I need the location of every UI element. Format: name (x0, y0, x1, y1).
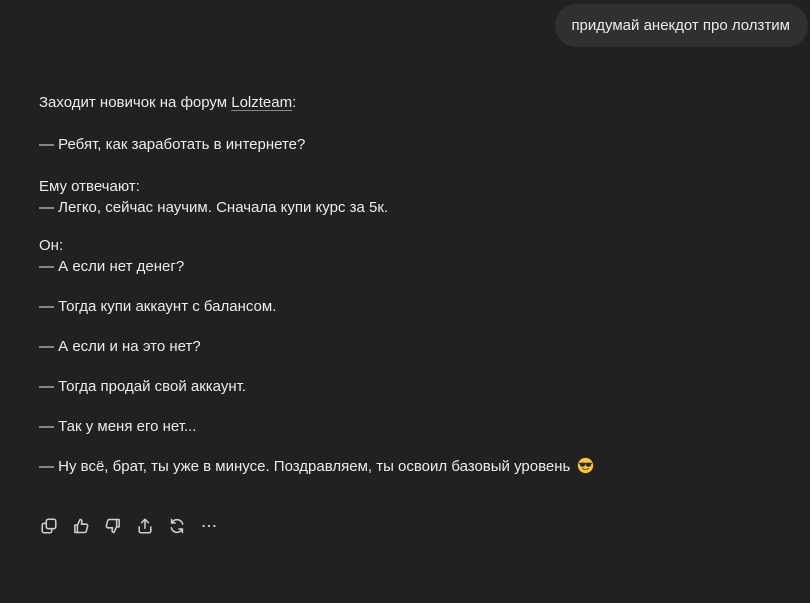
dislike-button[interactable] (103, 516, 123, 536)
chat-page: придумай анекдот про лолзтим Заходит нов… (0, 0, 810, 603)
message-actions (39, 516, 219, 536)
final-line: — Ну всё, брат, ты уже в минусе. Поздрав… (39, 456, 779, 477)
user-message-bubble: придумай анекдот про лолзтим (555, 4, 808, 47)
message-line: — Легко, сейчас научим. Сначала купи кур… (39, 199, 389, 216)
regenerate-button[interactable] (167, 516, 187, 536)
message-line: Ему отвечают: (39, 178, 140, 195)
copy-icon (41, 518, 57, 534)
message-line: — Ребят, как заработать в интернете? (39, 136, 306, 153)
lolzteam-link[interactable]: Lolzteam (231, 94, 292, 111)
message-line: — Ну всё, брат, ты уже в минусе. Поздрав… (39, 458, 575, 475)
assistant-intro: Заходит новичок на форум Lolzteam: (39, 92, 779, 113)
message-line: — Тогда продай свой аккаунт. (39, 378, 246, 395)
message-line: — Так у меня его нет... (39, 418, 197, 435)
intro-text: Заходит новичок на форум (39, 94, 232, 111)
more-icon (202, 524, 216, 528)
message-line: — А если нет денег? (39, 258, 185, 275)
more-options-button[interactable] (199, 516, 219, 536)
message-line: — Тогда купи аккаунт с балансом. (39, 298, 277, 315)
sunglasses-emoji-icon (577, 457, 593, 474)
thumbs-up-icon (74, 518, 89, 534)
thumbs-down-icon (105, 518, 120, 534)
assistant-message: Заходит новичок на форум Lolzteam: — Реб… (39, 92, 779, 477)
user-message-text: придумай анекдот про лолзтим (571, 17, 790, 34)
copy-button[interactable] (39, 516, 59, 536)
message-line: Он: (39, 237, 64, 254)
regenerate-icon (170, 518, 184, 534)
intro-colon: : (292, 94, 297, 111)
share-icon (138, 518, 152, 534)
share-button[interactable] (135, 516, 155, 536)
like-button[interactable] (71, 516, 91, 536)
message-line: — А если и на это нет? (39, 338, 201, 355)
